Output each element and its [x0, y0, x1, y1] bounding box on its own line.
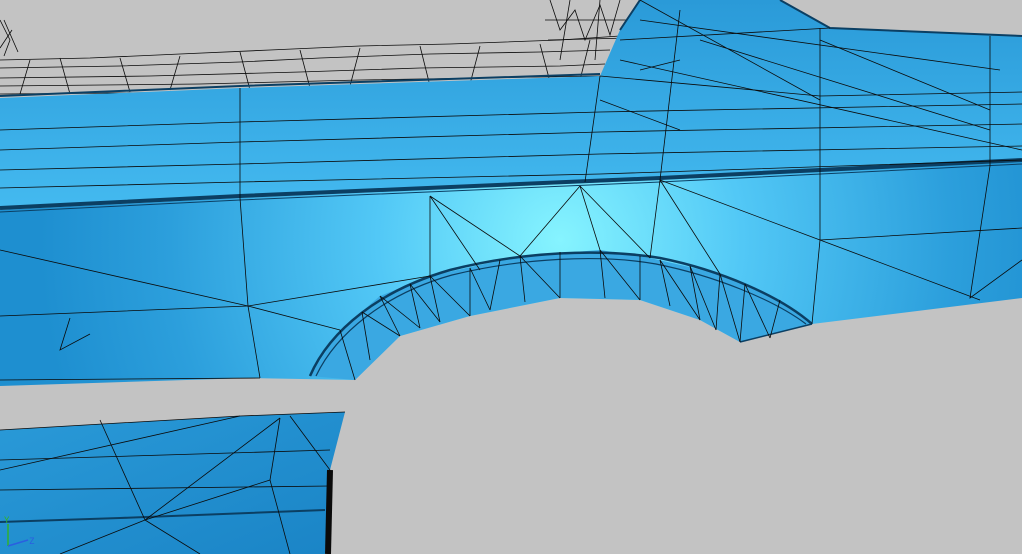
z-axis-label: Z: [29, 537, 35, 547]
3d-viewport[interactable]: Y Z: [0, 0, 1022, 554]
y-axis-label: Y: [4, 516, 10, 526]
lower-left-surface: [0, 412, 345, 554]
mesh-scene[interactable]: Y Z: [0, 0, 1022, 554]
